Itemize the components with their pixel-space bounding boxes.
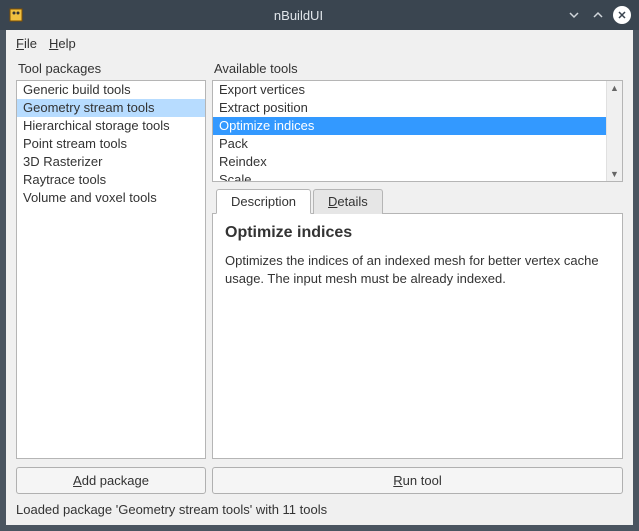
- package-item[interactable]: Geometry stream tools: [17, 99, 205, 117]
- maximize-button[interactable]: [589, 6, 607, 24]
- menubar: File Help: [6, 30, 633, 57]
- menu-help[interactable]: Help: [49, 36, 76, 51]
- client-area: File Help Tool packages Generic build to…: [6, 30, 633, 525]
- close-button[interactable]: [613, 6, 631, 24]
- packages-column: Tool packages Generic build toolsGeometr…: [16, 57, 206, 459]
- titlebar[interactable]: nBuildUI: [0, 0, 639, 30]
- package-item[interactable]: Volume and voxel tools: [17, 189, 205, 207]
- packages-list[interactable]: Generic build toolsGeometry stream tools…: [16, 80, 206, 459]
- tools-label: Available tools: [212, 57, 623, 80]
- tool-item[interactable]: Export vertices: [213, 81, 622, 99]
- app-icon: [8, 7, 24, 23]
- tools-list[interactable]: Export verticesExtract positionOptimize …: [212, 80, 623, 182]
- scroll-down-icon[interactable]: ▼: [607, 167, 622, 181]
- package-item[interactable]: 3D Rasterizer: [17, 153, 205, 171]
- package-item[interactable]: Point stream tools: [17, 135, 205, 153]
- description-body: Optimizes the indices of an indexed mesh…: [225, 252, 610, 287]
- package-item[interactable]: Raytrace tools: [17, 171, 205, 189]
- tools-scrollbar[interactable]: ▲ ▼: [606, 81, 622, 181]
- tool-item[interactable]: Reindex: [213, 153, 622, 171]
- minimize-button[interactable]: [565, 6, 583, 24]
- tab-details[interactable]: Details: [313, 189, 383, 214]
- window-title: nBuildUI: [32, 8, 565, 23]
- description-title: Optimize indices: [225, 224, 610, 242]
- button-row: Add package Run tool: [6, 459, 633, 498]
- tab-description[interactable]: Description: [216, 189, 311, 214]
- tool-item[interactable]: Pack: [213, 135, 622, 153]
- tools-column: Available tools Export verticesExtract p…: [212, 57, 623, 459]
- tabstrip: Description Details: [212, 188, 623, 214]
- tool-item[interactable]: Optimize indices: [213, 117, 622, 135]
- description-panel: Optimize indices Optimizes the indices o…: [212, 214, 623, 459]
- window: nBuildUI File Help Tool packages Generic…: [0, 0, 639, 531]
- run-tool-button[interactable]: Run tool: [212, 467, 623, 494]
- add-package-button[interactable]: Add package: [16, 467, 206, 494]
- content: Tool packages Generic build toolsGeometr…: [6, 57, 633, 459]
- statusbar: Loaded package 'Geometry stream tools' w…: [6, 498, 633, 525]
- package-item[interactable]: Generic build tools: [17, 81, 205, 99]
- package-item[interactable]: Hierarchical storage tools: [17, 117, 205, 135]
- packages-label: Tool packages: [16, 57, 206, 80]
- tool-item[interactable]: Scale: [213, 171, 622, 182]
- tool-item[interactable]: Extract position: [213, 99, 622, 117]
- menu-file[interactable]: File: [16, 36, 37, 51]
- scroll-up-icon[interactable]: ▲: [607, 81, 622, 95]
